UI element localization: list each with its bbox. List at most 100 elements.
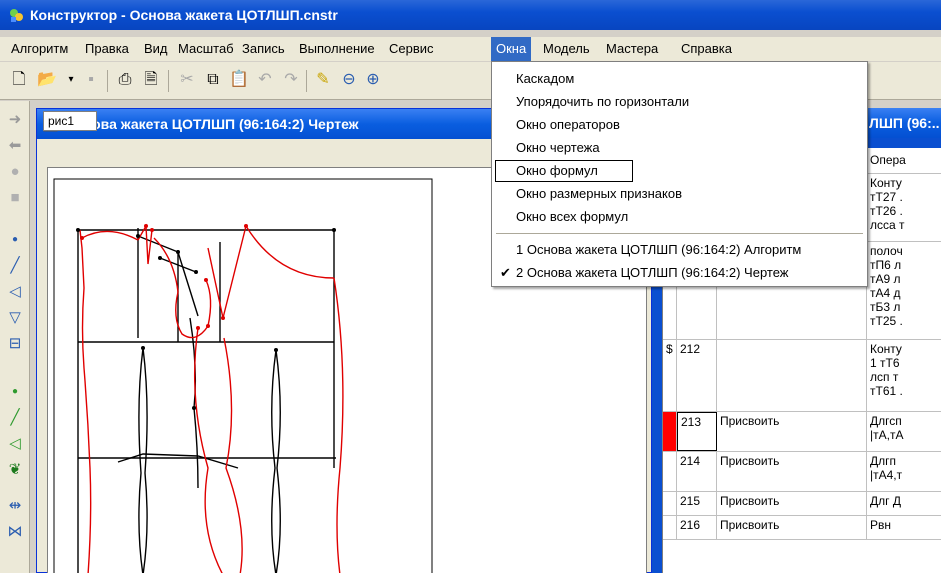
row-operation-cell [717,340,867,411]
square-icon[interactable]: ■ [4,187,26,209]
row-formula-cell: Длгп |тА4,т [867,452,941,491]
menu-edit[interactable]: Правка [80,37,134,61]
formula-line: тТ27 . [870,190,903,204]
formula-line: полоч [870,244,903,258]
formula-line: Длгсп [870,414,902,428]
row-number-cell: 212 [677,340,717,411]
formula-line: тП6 л [870,258,902,272]
row-operation-cell: Присвоить [717,452,867,491]
formula-line: тТ61 . [870,384,903,398]
menu-algorithm[interactable]: Алгоритм [6,37,73,61]
left-tool-palette: ➜ ⬅ ● ■ ● ╱ ◁ ▽ ⊟ ● ╱ ◁ ❦ ⇹ ⋈ [0,101,30,573]
pencil-icon[interactable]: ✎ [312,69,334,91]
menu-model[interactable]: Модель [538,37,595,61]
menu-run[interactable]: Выполнение [294,37,380,61]
menu-item-all-formulas-window[interactable]: Окно всех формул [494,206,865,228]
redo-icon[interactable]: ↷ [280,69,302,91]
print-preview-icon[interactable]: 🗎 [140,69,162,91]
menubar: Алгоритм Правка Вид Масштаб Запись Выпол… [0,37,941,61]
menu-item-window-algorithm[interactable]: 1 Основа жакета ЦОТЛШП (96:164:2) Алгори… [494,239,865,261]
formula-line: тТ25 . [870,314,903,328]
formula-line: Конту [870,176,902,190]
frame-icon[interactable]: ⊟ [4,333,26,355]
table-row[interactable]: 215 Присвоить Длг Д [663,492,941,516]
menu-help[interactable]: Справка [676,37,737,61]
formula-line: Конту [870,342,902,356]
formula-line: тА9 л [870,272,901,286]
trapezoid-icon[interactable]: ▽ [4,307,26,329]
polygon-icon[interactable]: ◁ [4,281,26,303]
menu-item-size-attributes-window[interactable]: Окно размерных признаков [494,183,865,205]
table-row[interactable]: 214 Присвоить Длгп |тА4,т [663,452,941,492]
row-mark-cell [663,452,677,491]
zoom-out-icon[interactable]: ⊖ [338,69,360,91]
circle-icon[interactable]: ● [4,161,26,183]
row-formula-cell: Рвн [867,516,941,539]
menu-service[interactable]: Сервис [384,37,439,61]
row-number-cell: 214 [677,452,717,491]
drawing-window-title: Основа жакета ЦОТЛШП (96:164:2) Чертеж [65,116,359,132]
menu-item-formulas-window[interactable]: Окно формул [495,160,633,182]
menu-item-cascade[interactable]: Каскадом [494,68,865,90]
point-green-icon[interactable]: ● [4,381,26,403]
table-row[interactable]: 213 Присвоить Длгсп |тА,тА [663,412,941,452]
row-number-cell-selected[interactable]: 213 [677,412,717,451]
header-cell-operator: Опера [867,148,941,173]
undo-icon[interactable]: ↶ [254,69,276,91]
formula-line: Длгп [870,454,897,468]
menu-item-window-drawing-label: 2 Основа жакета ЦОТЛШП (96:164:2) Чертеж [516,265,789,280]
paste-icon[interactable]: 📋 [228,69,250,91]
menu-item-operators-window[interactable]: Окно операторов [494,114,865,136]
formula-line: 1 тТ6 [870,356,900,370]
point-icon[interactable]: ● [4,229,26,251]
formula-line: тТ26 . [870,204,903,218]
save-icon[interactable]: ▪ [80,69,102,91]
menu-item-window-drawing[interactable]: ✔ 2 Основа жакета ЦОТЛШП (96:164:2) Черт… [494,262,865,284]
menu-scale[interactable]: Масштаб [173,37,239,61]
row-formula-cell: Длг Д [867,492,941,515]
app-icon [10,9,23,22]
new-file-icon[interactable]: 🗋 [8,69,30,91]
algorithm-window-title: ЛШП (96:.. [869,115,940,131]
checkmark-icon: ✔ [500,265,511,280]
row-mark-cell [663,516,677,539]
menu-item-tile-horizontal[interactable]: Упорядочить по горизонтали [494,91,865,113]
copy-icon[interactable]: ⧉ [202,69,224,91]
print-icon[interactable]: ⎙ [114,69,136,91]
tab-figure1[interactable]: рис1 [43,111,97,131]
table-row[interactable]: $ 212 Конту 1 тТ6 лсп т тТ61 . [663,340,941,412]
arrow-left-icon[interactable]: ⬅ [4,135,26,157]
row-operation-cell: Присвоить [717,492,867,515]
formula-line: |тА4,т [870,468,903,482]
line-green-icon[interactable]: ╱ [4,407,26,429]
row-number-cell: 216 [677,516,717,539]
open-folder-icon[interactable]: 📂 [36,69,58,91]
row-mark-cell [663,492,677,515]
row-mark-cell-red [663,412,677,451]
row-formula-cell: Конту тТ27 . тТ26 . лсса т [867,174,941,241]
app-titlebar: Конструктор - Основа жакета ЦОТЛШП.cnstr [0,0,941,30]
toolbar-separator [306,70,307,92]
toolbar-separator [168,70,169,92]
menu-record[interactable]: Запись [237,37,290,61]
cut-icon[interactable]: ✂ [176,69,198,91]
curve-tool-icon[interactable]: ❦ [4,459,26,481]
arrow-right-icon[interactable]: ➜ [4,109,26,131]
menu-item-drawing-window[interactable]: Окно чертежа [494,137,865,159]
measure-cross-icon[interactable]: ⋈ [4,521,26,543]
line-icon[interactable]: ╱ [4,255,26,277]
menu-view[interactable]: Вид [139,37,173,61]
menu-windows[interactable]: Окна [491,37,532,61]
dropdown-arrow-icon[interactable]: ▾ [60,69,82,91]
row-operation-cell: Присвоить [717,516,867,539]
formula-line: |тА,тА [870,428,904,442]
measure-horizontal-icon[interactable]: ⇹ [4,495,26,517]
menu-wizards[interactable]: Мастера [601,37,663,61]
zoom-in-icon[interactable]: ⊕ [362,69,384,91]
table-row[interactable]: 216 Присвоить Рвн [663,516,941,540]
windows-dropdown-menu: Каскадом Упорядочить по горизонтали Окно… [491,61,868,287]
polygon-green-icon[interactable]: ◁ [4,433,26,455]
toolbar-separator [107,70,108,92]
menu-separator [496,233,863,234]
row-mark-cell: $ [663,340,677,411]
